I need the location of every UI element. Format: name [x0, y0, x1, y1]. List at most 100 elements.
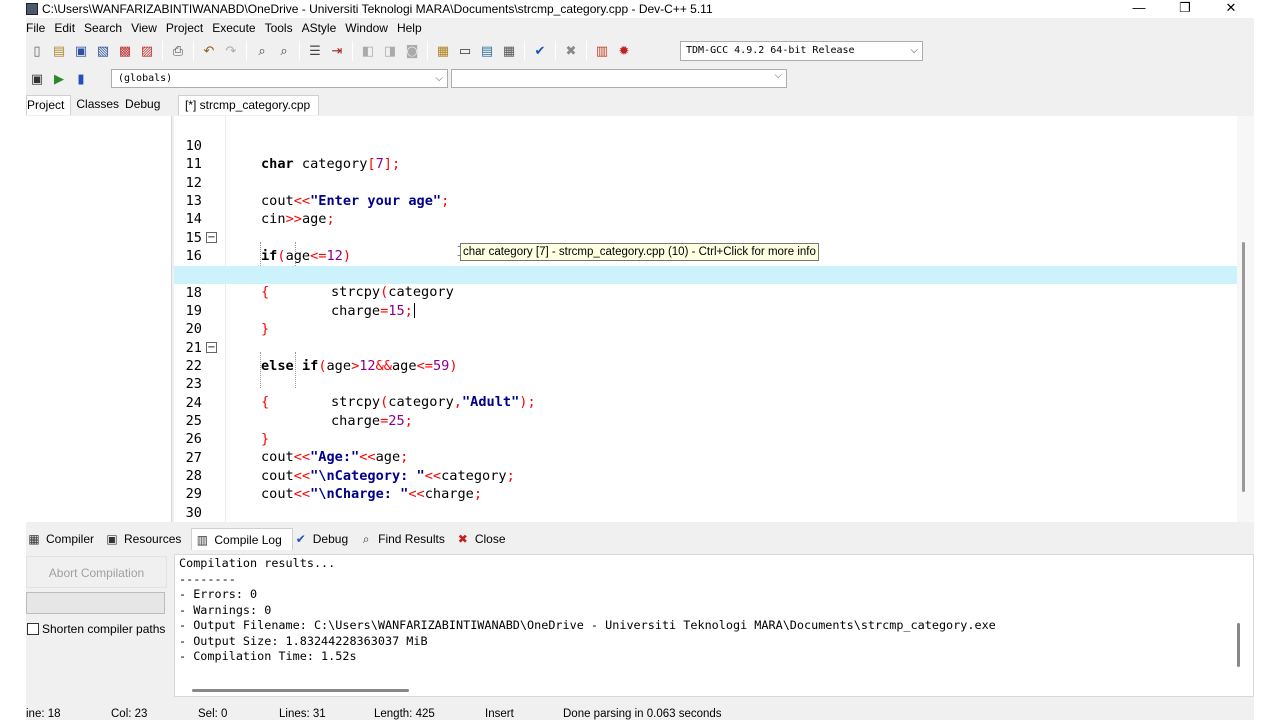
tab-compile-log[interactable]: ▥ Compile Log — [191, 528, 293, 550]
fold-toggle-icon[interactable]: − — [206, 232, 217, 243]
chart-icon[interactable]: ▥ — [592, 41, 612, 61]
bottom-panel-tabs: ▦ Compiler ▣ Resources ▥ Compile Log ✔ D… — [26, 528, 516, 550]
code-line[interactable]: 14 — [174, 192, 1237, 227]
tab-resources[interactable]: ▣ Resources — [104, 528, 191, 550]
scope-select-value: (globals) — [118, 73, 173, 84]
tab-compiler-label: Compiler — [46, 532, 95, 546]
print-icon[interactable]: ⎙ — [168, 41, 188, 61]
tab-project[interactable]: Project — [26, 95, 72, 115]
save-icon[interactable]: ▣ — [71, 41, 91, 61]
code-line[interactable]: 22 − { — [174, 339, 1237, 410]
toggle-bookmark-icon[interactable]: ▮ — [71, 69, 91, 89]
bookmark-icon[interactable]: ⇥ — [327, 41, 347, 61]
code-line[interactable]: 20 — [174, 302, 1237, 337]
status-sel: Sel: 0 — [198, 708, 228, 720]
toggle-comment-icon[interactable]: ◙ — [402, 41, 422, 61]
code-line[interactable]: 31 − } — [174, 504, 1237, 522]
indent-right-icon[interactable]: ◨ — [380, 41, 400, 61]
code-line[interactable]: 25 } — [174, 394, 1237, 447]
menu-search[interactable]: Search — [84, 21, 131, 35]
separator — [352, 41, 353, 61]
close-all-icon[interactable]: ▨ — [137, 41, 157, 61]
restore-button[interactable]: ❐ — [1162, 0, 1208, 18]
code-line-current[interactable]: 18 charge=15; — [174, 265, 1237, 319]
code-line[interactable]: 24 charge=25; — [174, 376, 1237, 429]
abort-compilation-button[interactable]: Abort Compilation — [26, 556, 167, 588]
chevron-down-icon: ⌵ — [774, 70, 782, 81]
compile-check-icon[interactable]: ✔ — [530, 41, 550, 61]
fold-toggle-icon[interactable]: − — [206, 342, 217, 353]
menu-project[interactable]: Project — [166, 21, 212, 35]
code-line[interactable]: 12 cout<<"Enter your age"; — [174, 156, 1237, 209]
stop-icon[interactable]: ✖ — [561, 41, 581, 61]
code-line[interactable]: 29 — [174, 467, 1237, 502]
tab-classes[interactable]: Classes — [71, 95, 125, 115]
log-line: - Compilation Time: 1.52s — [179, 649, 357, 663]
code-line[interactable]: 27 cout<<"\nCategory: "<<category; — [174, 431, 1237, 484]
redo-icon[interactable]: ↷ — [221, 41, 241, 61]
find-icon[interactable]: ⌕ — [252, 41, 272, 61]
menu-tools[interactable]: Tools — [265, 21, 302, 35]
tab-resources-label: Resources — [124, 532, 182, 546]
code-line[interactable]: 15 if(age<=12) — [174, 211, 1237, 264]
tab-debug[interactable]: Debug — [125, 95, 166, 115]
goto-icon[interactable]: ▶ — [49, 69, 69, 89]
find-icon: ⌕ — [362, 532, 370, 546]
new-file-icon[interactable]: ▯ — [27, 41, 47, 61]
replace-icon[interactable]: ⌕ — [274, 41, 294, 61]
tab-close[interactable]: ✖ Close — [455, 528, 516, 550]
code-line[interactable]: 13 cin>>age; — [174, 174, 1237, 227]
code-line[interactable]: 26 cout<<"Age:"<<age; — [174, 412, 1237, 465]
scope-select[interactable]: (globals) ⌵ — [111, 69, 448, 88]
compiler-select[interactable]: TDM-GCC 4.9.2 64-bit Release ⌵ — [680, 41, 923, 61]
menu-window[interactable]: Window — [345, 21, 397, 35]
menu-file[interactable]: File — [26, 21, 54, 35]
menu-execute[interactable]: Execute — [212, 21, 264, 35]
code-line[interactable]: 10 char category[7]; — [174, 119, 1237, 172]
left-panel-tabs: Project Classes Debug — [26, 95, 166, 115]
goto-line-icon[interactable]: ☰ — [305, 41, 325, 61]
screen-left-edge — [0, 0, 26, 720]
debug-icon[interactable]: ✹ — [614, 41, 634, 61]
menu-astyle[interactable]: AStyle — [302, 21, 346, 35]
editor-tab-file[interactable]: [*] strcmp_category.cpp — [178, 95, 320, 115]
editor-scrollbar-thumb[interactable] — [1242, 242, 1245, 492]
code-line[interactable]: 11 — [174, 137, 1237, 172]
menu-edit[interactable]: Edit — [54, 21, 84, 35]
project-options-icon[interactable]: ▭ — [455, 41, 475, 61]
code-line[interactable]: 28 cout<<"\nCharge: "<<charge; — [174, 449, 1237, 502]
insert-icon[interactable]: ▣ — [27, 69, 47, 89]
code-line[interactable]: 23 strcpy(category,"Adult"); — [174, 357, 1237, 410]
compile-log-output[interactable]: Compilation results... -------- - Errors… — [174, 554, 1254, 697]
class-browser-icon[interactable]: ▤ — [477, 41, 497, 61]
close-file-icon[interactable]: ▩ — [115, 41, 135, 61]
open-file-icon[interactable]: ▤ — [49, 41, 69, 61]
log-line: - Errors: 0 — [179, 587, 258, 601]
code-line[interactable]: 30 return 0; — [174, 486, 1237, 521]
chevron-down-icon: ⌵ — [435, 73, 443, 84]
chart-icon: ▥ — [196, 532, 209, 547]
code-line[interactable]: 19 } — [174, 284, 1237, 337]
minimize-button[interactable]: — — [1116, 0, 1162, 18]
close-window-button[interactable]: ✕ — [1208, 0, 1254, 18]
function-select[interactable]: ⌵ — [451, 69, 787, 88]
indent-left-icon[interactable]: ◧ — [358, 41, 378, 61]
undo-icon[interactable]: ↶ — [199, 41, 219, 61]
save-all-icon[interactable]: ▧ — [93, 41, 113, 61]
code-line[interactable]: 21 else if(age>12&&age<=59) — [174, 321, 1237, 374]
log-horizontal-scrollbar[interactable] — [192, 689, 409, 692]
menu-view[interactable]: View — [131, 21, 166, 35]
menu-help[interactable]: Help — [397, 21, 431, 35]
code-editor[interactable]: 10 char category[7]; 11 12 cout<<"Enter … — [174, 116, 1254, 522]
shorten-paths-checkbox[interactable] — [27, 623, 39, 635]
status-col: Col: 23 — [111, 708, 148, 720]
new-project-icon[interactable]: ▦ — [433, 41, 453, 61]
tab-find-results[interactable]: ⌕ Find Results — [358, 528, 455, 550]
layout-icon[interactable]: ▦ — [499, 41, 519, 61]
log-vertical-scrollbar[interactable] — [1237, 623, 1240, 667]
editor-scrollbar[interactable] — [1237, 116, 1254, 522]
tab-compiler[interactable]: ▦ Compiler — [26, 528, 104, 550]
separator — [193, 41, 194, 61]
tab-debug-bottom[interactable]: ✔ Debug — [293, 528, 358, 550]
shorten-paths-option[interactable]: Shorten compiler paths — [26, 620, 165, 638]
